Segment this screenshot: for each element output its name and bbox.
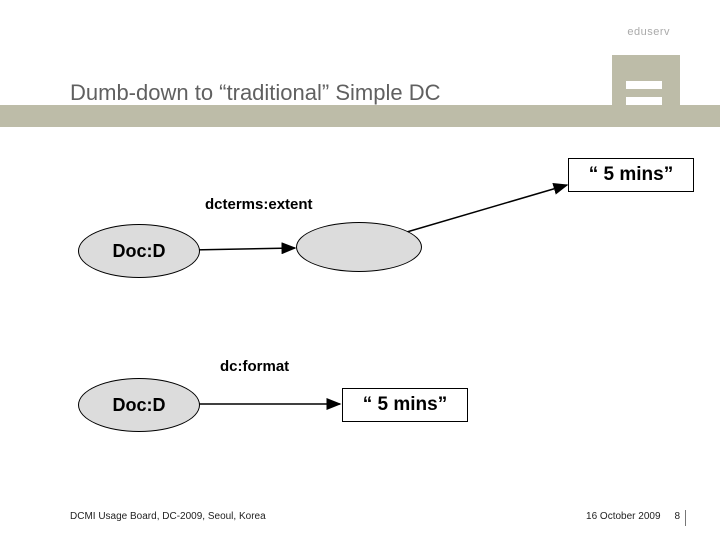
node-doc-d-bottom-label: Doc:D	[113, 395, 166, 416]
node-doc-d-top-label: Doc:D	[113, 241, 166, 262]
node-value-top-label: “ 5 mins”	[589, 164, 673, 186]
node-value-bottom-label: “ 5 mins”	[363, 394, 447, 416]
footer-date: 16 October 2009	[586, 511, 661, 522]
node-doc-d-bottom: Doc:D	[78, 378, 200, 432]
footer-page: 8	[674, 511, 680, 522]
node-value-top: “ 5 mins”	[568, 158, 694, 192]
edge-label-dcterms-extent: dcterms:extent	[205, 196, 313, 213]
diagram-canvas: dcterms:extent dc:format Doc:D “ 5 mins”…	[0, 0, 720, 540]
node-doc-d-top: Doc:D	[78, 224, 200, 278]
node-blank	[296, 222, 422, 272]
footer-divider	[685, 510, 686, 526]
edge-label-dc-format: dc:format	[220, 358, 289, 375]
node-value-bottom: “ 5 mins”	[342, 388, 468, 422]
footer-left: DCMI Usage Board, DC-2009, Seoul, Korea	[70, 511, 266, 522]
footer-right: 16 October 2009 8	[586, 511, 680, 522]
